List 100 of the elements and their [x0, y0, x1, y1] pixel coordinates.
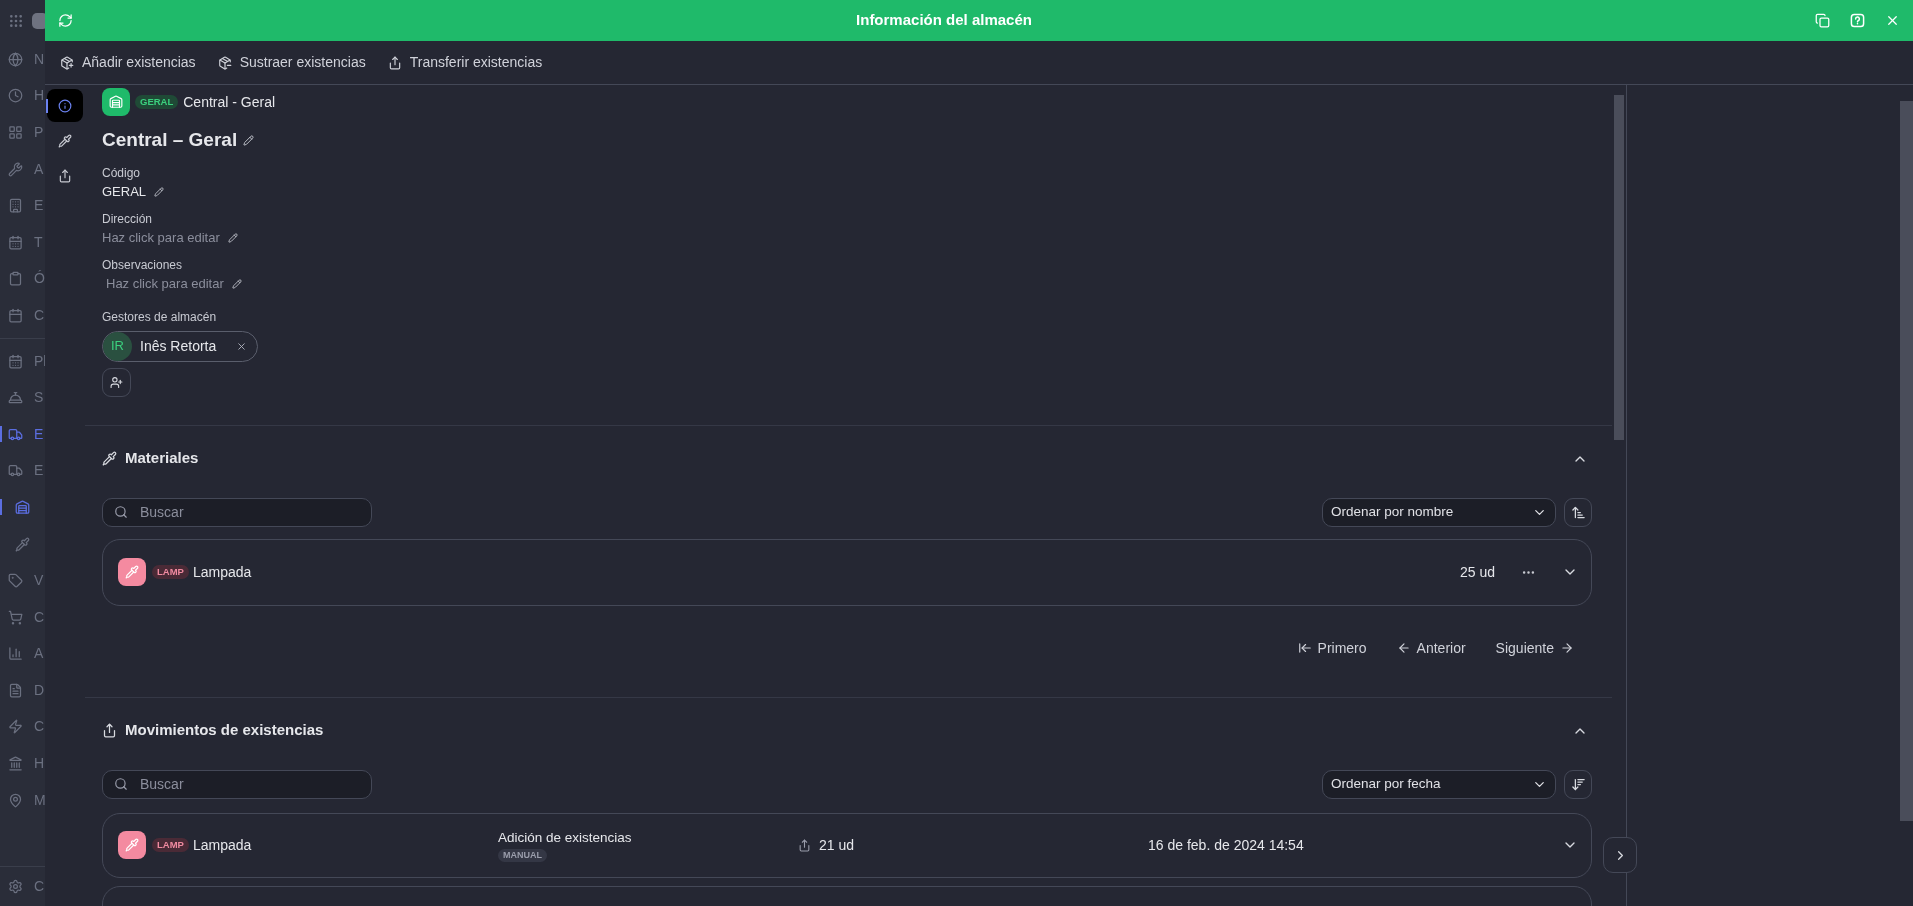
- apps-icon[interactable]: [8, 12, 24, 29]
- document-icon: [8, 682, 23, 698]
- sidebar-item[interactable]: C: [34, 876, 45, 897]
- sort-icon: [1570, 504, 1586, 520]
- pagination-button[interactable]: Siguiente: [1495, 637, 1574, 659]
- arrow-left-bar-icon: [1297, 641, 1312, 655]
- share-icon: [798, 838, 811, 852]
- search-field[interactable]: Buscar: [102, 769, 372, 799]
- sidebar-item[interactable]: H: [34, 753, 45, 775]
- sort-direction-button[interactable]: [1564, 497, 1592, 527]
- movement-card[interactable]: LAMP Lampada Adición de existencias MANUAL 21 ud 16 de feb. de 2024 14:54: [102, 812, 1592, 878]
- user-plus-icon: [110, 375, 123, 389]
- sidebar-item[interactable]: C: [34, 606, 45, 628]
- building-icon: [8, 198, 23, 214]
- sidebar-item[interactable]: D: [34, 679, 45, 701]
- section-title: Materiales: [125, 448, 199, 469]
- toolbar-button[interactable]: Transferir existencias: [387, 52, 543, 73]
- globe-icon: [8, 51, 23, 67]
- sidebar-item[interactable]: E: [34, 423, 44, 445]
- sidebar-item[interactable]: Pl: [34, 350, 45, 372]
- active-indicator: [0, 425, 2, 442]
- code-badge: LAMP: [152, 838, 189, 852]
- copy-icon[interactable]: [1815, 13, 1830, 28]
- field-value[interactable]: Haz click para editar: [102, 228, 220, 247]
- edit-icon[interactable]: [231, 278, 242, 289]
- sidebar-item[interactable]: T: [34, 231, 43, 253]
- sort-select[interactable]: Ordenar por fecha: [1322, 769, 1556, 799]
- landmark-icon: [8, 756, 23, 772]
- grid-icon: [8, 125, 23, 140]
- quantity: 25 ud: [1459, 562, 1495, 582]
- package-plus-icon: [60, 55, 74, 70]
- material-card[interactable]: LAMP Lampada 25 ud: [102, 538, 1592, 606]
- close-icon[interactable]: [1885, 13, 1900, 28]
- chart-icon: [8, 646, 23, 662]
- edit-icon[interactable]: [154, 186, 165, 197]
- calendar-icon: [8, 307, 23, 323]
- field-label: Observaciones: [102, 256, 184, 273]
- breadcrumb-name: Central - Geral: [183, 92, 276, 112]
- calendar-icon: [8, 353, 23, 369]
- sidebar-item[interactable]: E: [34, 460, 44, 482]
- pipette-icon: [125, 838, 139, 852]
- warehouse-title: Central – Geral: [102, 128, 238, 152]
- pipette-icon: [58, 133, 72, 148]
- sidebar-item[interactable]: E: [34, 195, 44, 217]
- search-field[interactable]: Buscar: [102, 497, 372, 527]
- manager-name: Inês Retorta: [140, 336, 217, 356]
- panel-title: Información del almacén: [856, 10, 1032, 31]
- search-icon: [114, 777, 128, 791]
- sidebar-item[interactable]: P: [34, 122, 44, 143]
- search-icon: [114, 505, 128, 519]
- sidebar-item[interactable]: C: [34, 304, 45, 326]
- section-title: Movimientos de existencias: [125, 720, 324, 741]
- item-name: Lampada: [192, 835, 252, 855]
- arrow-left-icon: [1396, 641, 1411, 655]
- manager-initials: IR: [103, 331, 132, 361]
- refresh-icon[interactable]: [58, 13, 73, 28]
- sidebar-item[interactable]: S: [34, 387, 44, 409]
- sidebar-item[interactable]: A: [34, 643, 44, 665]
- warehouse-icon: [15, 499, 30, 515]
- share-icon: [102, 723, 117, 738]
- help-icon[interactable]: [1850, 13, 1865, 28]
- quantity: 21 ud: [819, 835, 855, 855]
- sort-select[interactable]: Ordenar por nombre: [1322, 497, 1556, 527]
- sidebar-item[interactable]: N: [34, 48, 45, 70]
- cart-icon: [8, 609, 23, 625]
- calendar-icon: [8, 234, 23, 250]
- sidebar-item[interactable]: C: [34, 716, 45, 738]
- sort-direction-button[interactable]: [1564, 769, 1592, 799]
- warehouse-icon: [109, 95, 123, 109]
- code-badge: LAMP: [152, 565, 189, 579]
- movement-date: 16 de feb. de 2024 14:54: [1148, 835, 1304, 855]
- code-badge: GERAL: [135, 95, 179, 109]
- truck-icon: [8, 463, 23, 479]
- info-icon: [58, 98, 72, 113]
- sort-icon: [1570, 776, 1586, 792]
- logo-icon: [32, 12, 45, 29]
- pagination-button[interactable]: Primero: [1297, 637, 1367, 659]
- side-tab[interactable]: [47, 89, 83, 122]
- clock-icon: [8, 88, 23, 104]
- toolbar-button[interactable]: Sustraer existencias: [217, 52, 366, 73]
- sidebar-item[interactable]: Ó: [34, 268, 45, 290]
- sidebar-item[interactable]: H: [34, 85, 45, 107]
- edit-icon[interactable]: [243, 134, 255, 146]
- pagination-button[interactable]: Anterior: [1396, 637, 1466, 659]
- field-value[interactable]: GERAL: [102, 182, 147, 201]
- settings-icon: [8, 879, 23, 894]
- field-label: Código: [102, 164, 142, 181]
- remove-icon[interactable]: [236, 340, 248, 352]
- field-value[interactable]: Haz click para editar: [102, 274, 224, 293]
- pipette-icon: [102, 451, 117, 466]
- sidebar-item[interactable]: M: [34, 789, 45, 811]
- add-manager-button[interactable]: [102, 367, 131, 397]
- toolbar-button[interactable]: Añadir existencias: [60, 52, 196, 73]
- sidebar-item[interactable]: A: [34, 158, 44, 180]
- bell-icon: [8, 390, 23, 406]
- item-name: Lampada: [192, 562, 252, 582]
- clipboard-icon: [8, 271, 23, 287]
- sidebar-item[interactable]: V: [34, 570, 44, 592]
- edit-icon[interactable]: [227, 232, 238, 243]
- wrench-icon: [8, 161, 23, 177]
